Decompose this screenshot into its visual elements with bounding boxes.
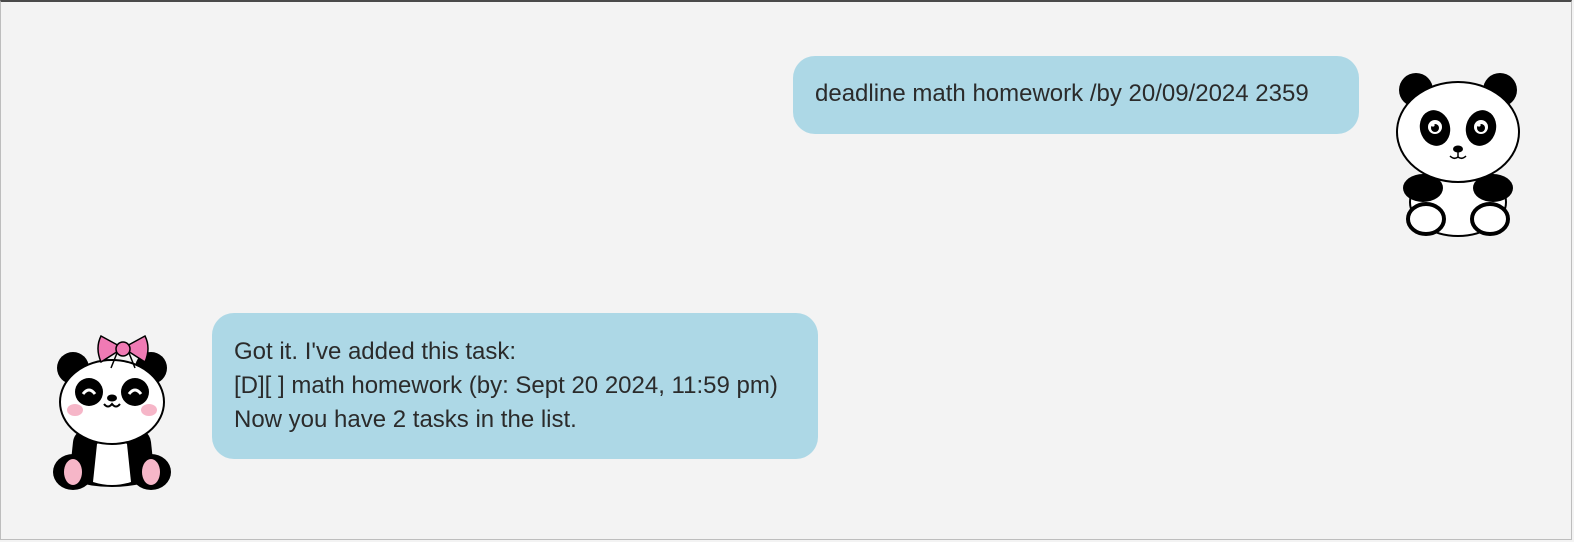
chat-window: deadline math homework /by 20/09/2024 23… bbox=[0, 0, 1572, 540]
bot-message-bubble: Got it. I've added this task: [D][ ] mat… bbox=[212, 313, 818, 459]
user-avatar bbox=[1393, 70, 1523, 238]
bot-avatar bbox=[45, 332, 179, 494]
user-message-text: deadline math homework /by 20/09/2024 23… bbox=[815, 80, 1309, 107]
bot-message-line: Got it. I've added this task: bbox=[234, 338, 517, 365]
panda-with-bow-icon bbox=[53, 334, 171, 490]
bot-message-line: [D][ ] math homework (by: Sept 20 2024, … bbox=[234, 372, 778, 399]
bot-message-line: Now you have 2 tasks in the list. bbox=[234, 406, 577, 433]
user-message-bubble: deadline math homework /by 20/09/2024 23… bbox=[793, 56, 1359, 134]
panda-icon bbox=[1396, 73, 1520, 237]
